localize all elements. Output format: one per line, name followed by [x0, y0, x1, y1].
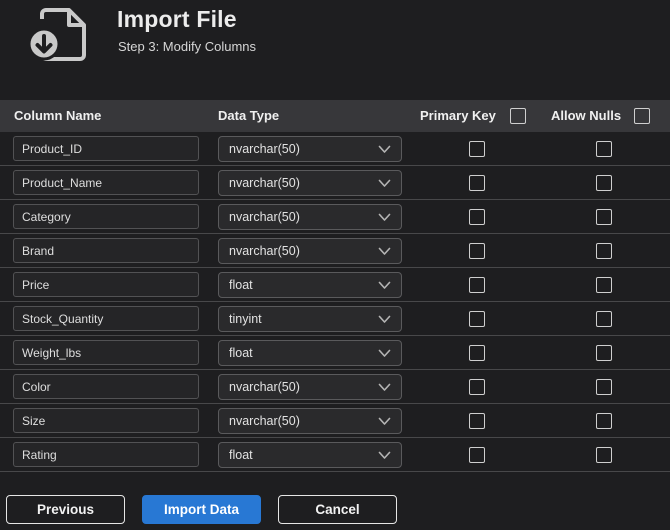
column-name-input[interactable]: [13, 204, 199, 229]
chevron-down-icon: [378, 145, 391, 153]
import-data-button[interactable]: Import Data: [142, 495, 261, 524]
allow-nulls-checkbox[interactable]: [596, 141, 612, 157]
data-type-header: Data Type: [218, 108, 280, 123]
table-row: nvarchar(50): [0, 370, 670, 404]
data-type-value: tinyint: [229, 312, 262, 326]
chevron-down-icon: [378, 213, 391, 221]
allow-nulls-checkbox[interactable]: [596, 209, 612, 225]
data-type-select[interactable]: float: [218, 442, 402, 468]
data-type-select[interactable]: nvarchar(50): [218, 374, 402, 400]
data-type-select[interactable]: nvarchar(50): [218, 136, 402, 162]
chevron-down-icon: [378, 451, 391, 459]
data-type-value: nvarchar(50): [229, 380, 300, 394]
chevron-down-icon: [378, 179, 391, 187]
allow-nulls-checkbox[interactable]: [596, 413, 612, 429]
primary-key-checkbox[interactable]: [469, 345, 485, 361]
data-type-value: nvarchar(50): [229, 142, 300, 156]
chevron-down-icon: [378, 349, 391, 357]
primary-key-header: Primary Key: [420, 108, 496, 123]
import-file-dialog: Import File Step 3: Modify Columns Colum…: [0, 0, 670, 530]
data-type-select[interactable]: nvarchar(50): [218, 238, 402, 264]
allow-nulls-checkbox[interactable]: [596, 345, 612, 361]
table-header: Column Name Data Type Primary Key Allow …: [0, 100, 670, 132]
table-row: float: [0, 438, 670, 472]
dialog-footer: Previous Import Data Cancel: [0, 495, 670, 525]
table-row: float: [0, 268, 670, 302]
primary-key-checkbox[interactable]: [469, 209, 485, 225]
allow-nulls-select-all-checkbox[interactable]: [634, 108, 650, 124]
table-row: nvarchar(50): [0, 234, 670, 268]
primary-key-checkbox[interactable]: [469, 379, 485, 395]
dialog-header: Import File Step 3: Modify Columns: [0, 0, 670, 100]
chevron-down-icon: [378, 417, 391, 425]
chevron-down-icon: [378, 281, 391, 289]
chevron-down-icon: [378, 247, 391, 255]
import-file-icon: [27, 8, 86, 61]
table-row: float: [0, 336, 670, 370]
table-row: nvarchar(50): [0, 132, 670, 166]
data-type-select[interactable]: nvarchar(50): [218, 408, 402, 434]
primary-key-checkbox[interactable]: [469, 311, 485, 327]
allow-nulls-checkbox[interactable]: [596, 311, 612, 327]
page-subtitle: Step 3: Modify Columns: [118, 39, 257, 54]
column-name-input[interactable]: [13, 374, 199, 399]
allow-nulls-checkbox[interactable]: [596, 447, 612, 463]
primary-key-checkbox[interactable]: [469, 175, 485, 191]
column-name-input[interactable]: [13, 340, 199, 365]
primary-key-checkbox[interactable]: [469, 413, 485, 429]
column-name-input[interactable]: [13, 136, 199, 161]
data-type-value: float: [229, 448, 253, 462]
data-type-select[interactable]: tinyint: [218, 306, 402, 332]
data-type-value: nvarchar(50): [229, 414, 300, 428]
primary-key-checkbox[interactable]: [469, 243, 485, 259]
column-name-input[interactable]: [13, 170, 199, 195]
chevron-down-icon: [378, 315, 391, 323]
primary-key-checkbox[interactable]: [469, 277, 485, 293]
data-type-value: float: [229, 278, 253, 292]
table-row: nvarchar(50): [0, 200, 670, 234]
data-type-select[interactable]: nvarchar(50): [218, 170, 402, 196]
table-row: tinyint: [0, 302, 670, 336]
data-type-value: float: [229, 346, 253, 360]
data-type-value: nvarchar(50): [229, 210, 300, 224]
column-name-input[interactable]: [13, 238, 199, 263]
data-type-value: nvarchar(50): [229, 176, 300, 190]
table-row: nvarchar(50): [0, 404, 670, 438]
chevron-down-icon: [378, 383, 391, 391]
column-name-header: Column Name: [14, 108, 102, 123]
previous-button[interactable]: Previous: [6, 495, 125, 524]
data-type-value: nvarchar(50): [229, 244, 300, 258]
data-type-select[interactable]: nvarchar(50): [218, 204, 402, 230]
primary-key-select-all-checkbox[interactable]: [510, 108, 526, 124]
table-row: nvarchar(50): [0, 166, 670, 200]
allow-nulls-checkbox[interactable]: [596, 277, 612, 293]
data-type-select[interactable]: float: [218, 272, 402, 298]
column-name-input[interactable]: [13, 306, 199, 331]
column-name-input[interactable]: [13, 442, 199, 467]
allow-nulls-checkbox[interactable]: [596, 243, 612, 259]
cancel-button[interactable]: Cancel: [278, 495, 397, 524]
column-rows: nvarchar(50) nvarchar(50) nvar: [0, 132, 670, 472]
allow-nulls-checkbox[interactable]: [596, 175, 612, 191]
primary-key-checkbox[interactable]: [469, 141, 485, 157]
column-name-input[interactable]: [13, 408, 199, 433]
data-type-select[interactable]: float: [218, 340, 402, 366]
column-name-input[interactable]: [13, 272, 199, 297]
allow-nulls-checkbox[interactable]: [596, 379, 612, 395]
primary-key-checkbox[interactable]: [469, 447, 485, 463]
allow-nulls-header: Allow Nulls: [551, 108, 622, 123]
page-title: Import File: [117, 6, 237, 32]
